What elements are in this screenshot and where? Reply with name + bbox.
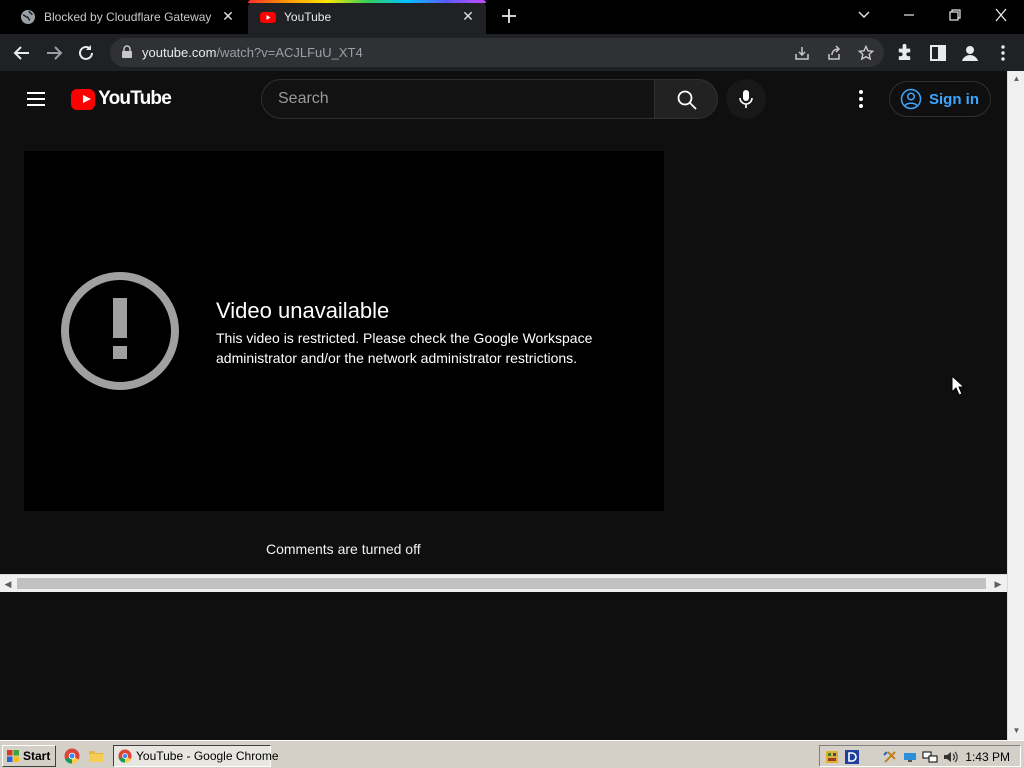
tab-strip: Blocked by Cloudflare Gateway ✕ YouTube … (0, 0, 1024, 34)
chrome-icon[interactable] (64, 748, 80, 764)
tab-cloudflare[interactable]: Blocked by Cloudflare Gateway ✕ (8, 0, 246, 34)
scroll-up-arrow-icon[interactable]: ▲ (1011, 74, 1022, 84)
star-icon[interactable] (858, 45, 874, 61)
search-box[interactable] (261, 79, 655, 119)
profile-icon[interactable] (959, 42, 981, 64)
sign-in-label: Sign in (929, 91, 979, 108)
sign-in-button[interactable]: Sign in (889, 81, 991, 117)
globe-icon (21, 10, 35, 24)
tab-title: Blocked by Cloudflare Gateway (44, 10, 212, 24)
restore-icon[interactable] (941, 4, 969, 26)
search-input[interactable] (278, 89, 638, 109)
system-tray: 1:43 PM (819, 745, 1021, 767)
utility-tray-icon[interactable] (882, 749, 898, 765)
youtube-icon (260, 12, 276, 23)
scrollbar-thumb[interactable] (17, 578, 986, 589)
volume-icon[interactable] (942, 749, 958, 765)
url-path: /watch?v=ACJLFuU_XT4 (216, 45, 363, 60)
start-label: Start (23, 749, 51, 763)
kebab-menu-icon[interactable] (992, 42, 1014, 64)
folder-icon[interactable] (88, 748, 104, 764)
tab-youtube[interactable]: YouTube ✕ (248, 0, 486, 34)
error-message: This video is restricted. Please check t… (216, 330, 593, 366)
share-icon[interactable] (826, 45, 842, 61)
clock: 1:43 PM (965, 750, 1010, 764)
error-title: Video unavailable (216, 298, 390, 323)
hamburger-menu-icon[interactable] (25, 88, 47, 110)
tab-accent-bar (248, 0, 486, 3)
mouse-cursor-icon (951, 375, 965, 396)
comments-status: Comments are turned off (266, 541, 421, 557)
back-icon[interactable] (11, 42, 33, 64)
chrome-icon (118, 749, 132, 763)
exclamation-circle-icon (61, 272, 179, 390)
youtube-play-icon (71, 88, 96, 110)
search-button[interactable] (654, 79, 718, 119)
sidepanel-icon[interactable] (927, 42, 949, 64)
lock-icon[interactable] (120, 45, 134, 59)
minimize-icon[interactable] (895, 4, 923, 26)
extensions-icon[interactable] (895, 42, 917, 64)
display-tray-icon[interactable] (902, 749, 918, 765)
d-app-tray-icon[interactable] (844, 749, 860, 765)
url-host: youtube.com (142, 45, 217, 60)
close-window-icon[interactable] (987, 4, 1015, 26)
reload-icon[interactable] (75, 42, 97, 64)
new-tab-icon[interactable] (499, 6, 519, 26)
taskbar: Start YouTube - Google Chrome 1:43 PM (0, 740, 1024, 768)
tab-search-icon[interactable] (850, 4, 878, 26)
voice-search-button[interactable] (726, 79, 766, 119)
scroll-down-arrow-icon[interactable]: ▼ (1011, 726, 1022, 736)
settings-menu-icon[interactable] (849, 87, 873, 111)
address-bar[interactable]: youtube.com/watch?v=ACJLFuU_XT4 (110, 38, 884, 67)
network-icon[interactable] (922, 749, 938, 765)
search-icon (677, 90, 697, 110)
app-tray-icon[interactable] (824, 749, 840, 765)
horizontal-scrollbar[interactable]: ◀ ▶ (0, 574, 1007, 592)
taskbar-chrome-window[interactable]: YouTube - Google Chrome (113, 745, 279, 767)
youtube-page: YouTube Sig (0, 71, 1007, 574)
url-text[interactable]: youtube.com/watch?v=ACJLFuU_XT4 (142, 45, 363, 60)
close-tab-icon[interactable]: ✕ (460, 8, 476, 24)
tab-title: YouTube (284, 10, 332, 24)
vertical-scrollbar[interactable]: ▲ ▼ (1007, 71, 1024, 740)
install-icon[interactable] (794, 45, 810, 61)
close-tab-icon[interactable]: ✕ (220, 8, 236, 24)
scroll-right-arrow-icon[interactable]: ▶ (993, 578, 1003, 590)
forward-icon[interactable] (43, 42, 65, 64)
page-background (0, 592, 1007, 740)
account-circle-icon (900, 88, 922, 110)
scroll-left-arrow-icon[interactable]: ◀ (3, 578, 13, 590)
browser-toolbar: youtube.com/watch?v=ACJLFuU_XT4 (0, 34, 1024, 71)
taskbar-window-label: YouTube - Google Chrome (136, 749, 279, 763)
windows-flag-icon (7, 750, 19, 762)
microphone-icon (739, 90, 753, 108)
start-button[interactable]: Start (2, 745, 56, 767)
video-player[interactable]: Video unavailable This video is restrict… (24, 151, 664, 511)
logo-text: YouTube (98, 88, 172, 109)
youtube-logo[interactable]: YouTube (71, 87, 172, 111)
